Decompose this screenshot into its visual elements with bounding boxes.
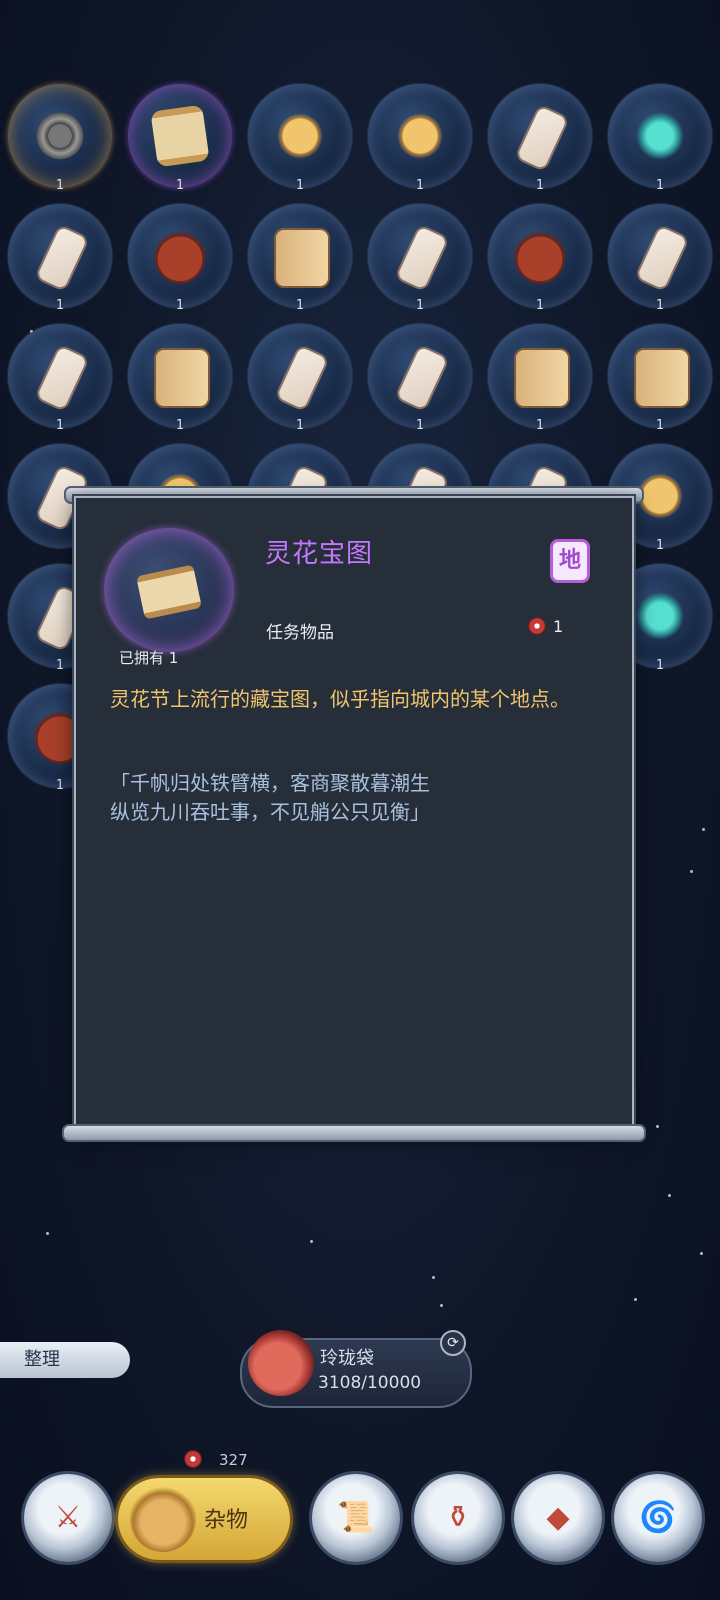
inventory-slot[interactable]: 1 [0, 320, 120, 434]
item-preview-orb [104, 528, 234, 652]
inventory-slot[interactable]: 1 [600, 80, 720, 194]
book-icon [154, 348, 210, 408]
tab-books[interactable]: 📜 [312, 1474, 400, 1562]
item-description: 灵花节上流行的藏宝图，似乎指向城内的某个地点。 [110, 687, 570, 711]
book-icon: 📜 [337, 1500, 375, 1535]
inventory-slot[interactable]: 1 [120, 320, 240, 434]
treasure-bag-icon [248, 1330, 314, 1396]
wine-jar-icon [154, 228, 206, 284]
item-quantity: 1 [415, 178, 425, 193]
book-icon [274, 228, 330, 288]
item-quantity: 1 [415, 418, 425, 433]
inventory-slot[interactable]: 1 [240, 200, 360, 314]
crystal-icon: ◆ [546, 1500, 570, 1535]
wine-jar-icon [514, 228, 566, 284]
item-quantity: 1 [295, 178, 305, 193]
item-quantity: 1 [55, 298, 65, 313]
grade-badge: 地 [550, 539, 590, 583]
poem-line: 「千帆归处铁臂横，客商聚散暮潮生 [110, 771, 430, 795]
inventory-slot[interactable]: 1 [240, 80, 360, 194]
inventory-slot[interactable]: 1 [0, 200, 120, 314]
sack-icon [130, 1486, 196, 1552]
bag-capacity: 3108/10000 [318, 1373, 422, 1393]
sword-icon: ⚔ [54, 1500, 82, 1535]
amulet-icon [274, 108, 326, 164]
book-icon [634, 348, 690, 408]
currency-icon [184, 1450, 202, 1468]
item-quantity: 1 [295, 298, 305, 313]
owned-count: 已拥有 1 [119, 649, 179, 667]
tab-special[interactable]: 🌀 [614, 1474, 702, 1562]
inventory-slot[interactable]: 1 [0, 80, 120, 194]
item-quantity: 1 [655, 418, 665, 433]
inventory-slot[interactable]: 1 [240, 320, 360, 434]
refresh-icon[interactable]: ⟳ [440, 1330, 466, 1356]
swirl-icon: 🌀 [639, 1500, 677, 1535]
amulet-icon [394, 108, 446, 164]
item-quantity: 1 [55, 178, 65, 193]
inventory-slot[interactable]: 1 [480, 200, 600, 314]
inventory-slot[interactable]: 1 [360, 320, 480, 434]
inventory-slot[interactable]: 1 [120, 200, 240, 314]
tab-potions[interactable]: ⚱ [414, 1474, 502, 1562]
currency-count: 327 [219, 1451, 248, 1469]
currency-icon [528, 617, 546, 635]
item-quantity: 1 [535, 178, 545, 193]
sort-button[interactable]: 整理 [0, 1342, 130, 1378]
bag-name: 玲珑袋 [320, 1348, 374, 1369]
tab-materials[interactable]: ◆ [514, 1474, 602, 1562]
inventory-slot[interactable]: 1 [600, 320, 720, 434]
teapot-icon [634, 588, 686, 644]
potion-icon: ⚱ [445, 1500, 471, 1535]
item-category: 任务物品 [266, 623, 334, 643]
inventory-slot[interactable]: 1 [360, 200, 480, 314]
dialog-bottom-rod [62, 1124, 646, 1142]
item-quantity: 1 [535, 418, 545, 433]
tab-misc[interactable]: 杂物 [118, 1478, 290, 1560]
treasure-map-icon [150, 104, 210, 168]
item-quantity: 1 [535, 298, 545, 313]
item-quantity: 1 [175, 418, 185, 433]
inventory-slot[interactable]: 1 [600, 200, 720, 314]
book-icon [514, 348, 570, 408]
tab-weapons[interactable]: ⚔ [24, 1474, 112, 1562]
poem-line: 纵览九川吞吐事，不见艄公只见衡」 [110, 800, 430, 824]
treasure-map-icon [136, 564, 202, 620]
item-quantity: 1 [295, 418, 305, 433]
inventory-slot[interactable]: 1 [360, 80, 480, 194]
item-price: 1 [553, 617, 564, 636]
item-quantity: 1 [55, 418, 65, 433]
item-poem: 「千帆归处铁臂横，客商聚散暮潮生 纵览九川吞吐事，不见艄公只见衡」 [110, 769, 610, 827]
item-quantity: 1 [175, 298, 185, 313]
gear-icon [34, 108, 86, 164]
item-title: 灵花宝图 [265, 539, 374, 569]
inventory-slot[interactable]: 1 [480, 80, 600, 194]
item-quantity: 1 [655, 298, 665, 313]
gem-ornament-icon [634, 108, 686, 164]
inventory-slot[interactable]: 1 [120, 80, 240, 194]
item-quantity: 1 [415, 298, 425, 313]
inventory-slot[interactable]: 1 [480, 320, 600, 434]
item-quantity: 1 [175, 178, 185, 193]
item-quantity: 1 [655, 178, 665, 193]
tab-label: 杂物 [204, 1508, 249, 1533]
